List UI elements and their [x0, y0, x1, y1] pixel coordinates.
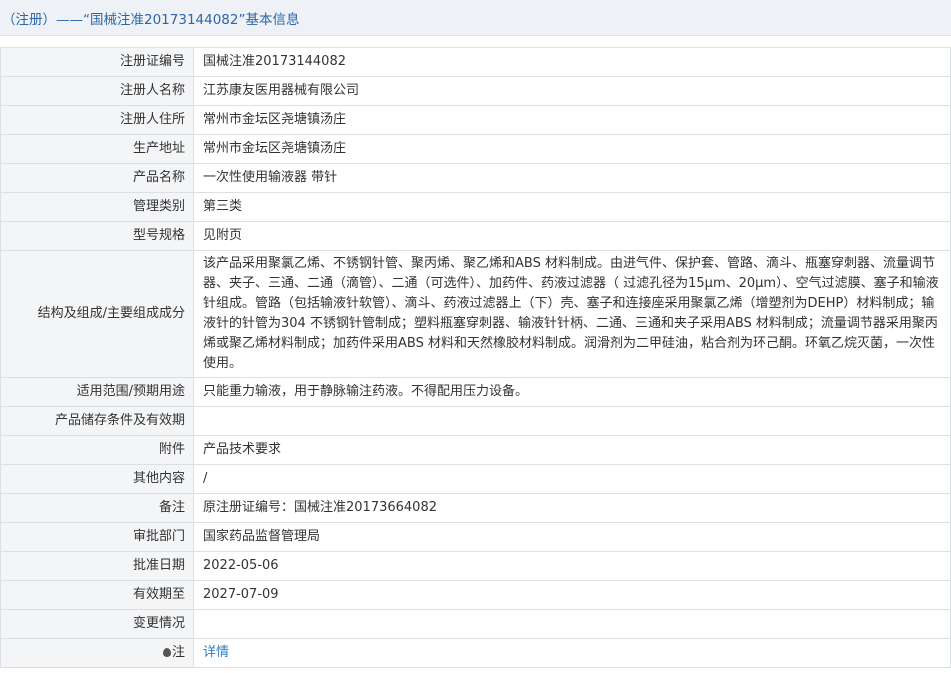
- table-row: 有效期至 2027-07-09: [0, 580, 951, 610]
- row-label: 生产地址: [0, 134, 194, 164]
- table-row: 管理类别 第三类: [0, 192, 951, 222]
- table-row: 注册证编号 国械注准20173144082: [0, 47, 951, 77]
- row-label: 其他内容: [0, 464, 194, 494]
- table-row: 结构及组成/主要组成成分 该产品采用聚氯乙烯、不锈钢针管、聚丙烯、聚乙烯和ABS…: [0, 250, 951, 378]
- table-row: 变更情况: [0, 609, 951, 639]
- row-value: 国械注准20173144082: [193, 47, 951, 77]
- row-label: 注册证编号: [0, 47, 194, 77]
- registration-info-table: 注册证编号 国械注准20173144082 注册人名称 江苏康友医用器械有限公司…: [0, 47, 951, 668]
- row-label: 产品储存条件及有效期: [0, 406, 194, 436]
- table-row: 备注 原注册证编号：国械注准20173664082: [0, 493, 951, 523]
- row-label: 批准日期: [0, 551, 194, 581]
- row-label: 有效期至: [0, 580, 194, 610]
- table-row: 产品名称 一次性使用输液器 带针: [0, 163, 951, 193]
- table-row: 注册人名称 江苏康友医用器械有限公司: [0, 76, 951, 106]
- row-value: 常州市金坛区尧塘镇汤庄: [193, 105, 951, 135]
- table-row: 审批部门 国家药品监督管理局: [0, 522, 951, 552]
- row-value: 原注册证编号：国械注准20173664082: [193, 493, 951, 523]
- row-label: 注册人住所: [0, 105, 194, 135]
- row-value: 该产品采用聚氯乙烯、不锈钢针管、聚丙烯、聚乙烯和ABS 材料制成。由进气件、保护…: [193, 250, 951, 378]
- page-title: （注册）——“国械注准20173144082”基本信息: [2, 11, 300, 28]
- note-value-cell: 详情: [193, 638, 951, 668]
- row-label: 注册人名称: [0, 76, 194, 106]
- details-link[interactable]: 详情: [203, 645, 229, 660]
- row-value: 见附页: [193, 221, 951, 251]
- header-gap: [0, 36, 951, 47]
- note-label-cell: 注: [0, 638, 194, 668]
- row-label: 附件: [0, 435, 194, 465]
- row-value: [193, 406, 951, 436]
- row-label: 变更情况: [0, 609, 194, 639]
- table-row: 适用范围/预期用途 只能重力输液，用于静脉输注药液。不得配用压力设备。: [0, 377, 951, 407]
- table-row: 注册人住所 常州市金坛区尧塘镇汤庄: [0, 105, 951, 135]
- row-value: 一次性使用输液器 带针: [193, 163, 951, 193]
- row-value: 常州市金坛区尧塘镇汤庄: [193, 134, 951, 164]
- table-row: 附件 产品技术要求: [0, 435, 951, 465]
- row-label: 审批部门: [0, 522, 194, 552]
- location-pin-icon: [162, 648, 171, 657]
- row-value: /: [193, 464, 951, 494]
- row-label: 备注: [0, 493, 194, 523]
- note-row: 注 详情: [0, 638, 951, 668]
- row-value: 江苏康友医用器械有限公司: [193, 76, 951, 106]
- row-value: 只能重力输液，用于静脉输注药液。不得配用压力设备。: [193, 377, 951, 407]
- row-value: 产品技术要求: [193, 435, 951, 465]
- table-row: 生产地址 常州市金坛区尧塘镇汤庄: [0, 134, 951, 164]
- note-label: 注: [171, 645, 185, 660]
- row-label: 适用范围/预期用途: [0, 377, 194, 407]
- row-value: 国家药品监督管理局: [193, 522, 951, 552]
- page-header: （注册）——“国械注准20173144082”基本信息: [0, 0, 951, 36]
- row-label: 产品名称: [0, 163, 194, 193]
- table-row: 型号规格 见附页: [0, 221, 951, 251]
- row-value: 第三类: [193, 192, 951, 222]
- row-value: 2022-05-06: [193, 551, 951, 581]
- row-value: 2027-07-09: [193, 580, 951, 610]
- table-row: 其他内容 /: [0, 464, 951, 494]
- row-label: 结构及组成/主要组成成分: [0, 250, 194, 378]
- table-row: 产品储存条件及有效期: [0, 406, 951, 436]
- row-label: 型号规格: [0, 221, 194, 251]
- row-label: 管理类别: [0, 192, 194, 222]
- table-row: 批准日期 2022-05-06: [0, 551, 951, 581]
- row-value: [193, 609, 951, 639]
